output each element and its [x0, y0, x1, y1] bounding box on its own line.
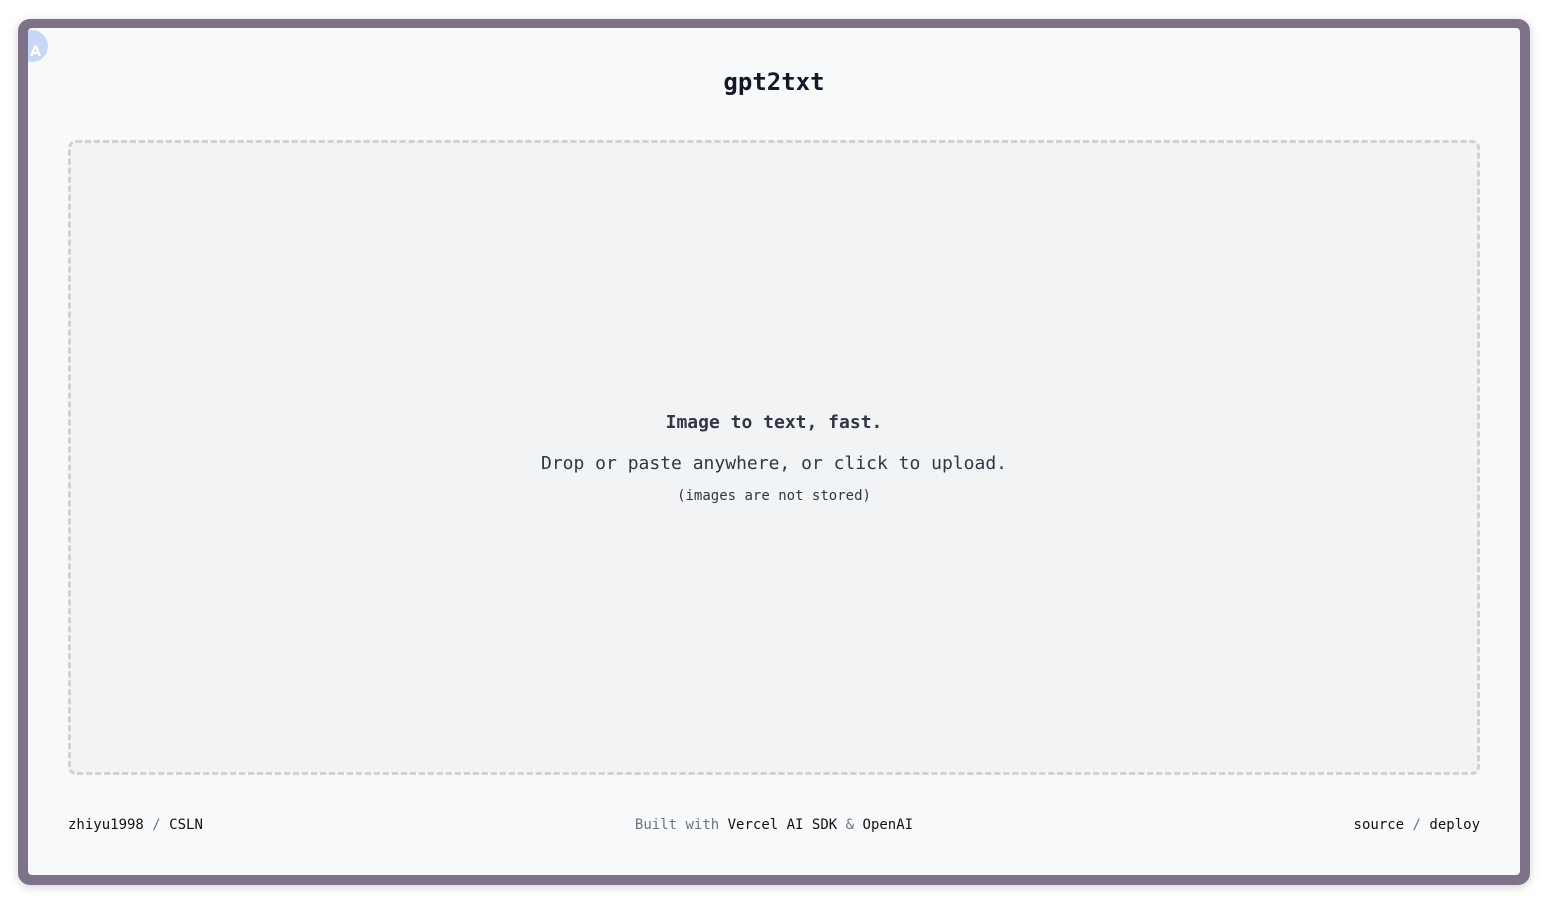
footer: zhiyu1998 / CSLN Built with Vercel AI SD…: [68, 817, 1480, 837]
browser-window-frame: A gpt2txt Image to text, fast. Drop or p…: [18, 19, 1530, 885]
upload-dropzone[interactable]: Image to text, fast. Drop or paste anywh…: [68, 140, 1480, 775]
source-link[interactable]: source: [1354, 817, 1405, 833]
footer-separator-right: /: [1412, 817, 1421, 833]
page: A gpt2txt Image to text, fast. Drop or p…: [28, 28, 1520, 875]
avatar[interactable]: A: [28, 30, 48, 62]
footer-links: source / deploy: [1354, 817, 1480, 833]
dropzone-privacy-note: (images are not stored): [677, 487, 871, 504]
footer-built-with: Built with Vercel AI SDK & OpenAI: [68, 817, 1480, 833]
ampersand: &: [845, 817, 855, 833]
avatar-letter: A: [30, 44, 41, 60]
vercel-ai-sdk-link[interactable]: Vercel AI SDK: [728, 817, 838, 833]
built-with-label: Built with: [634, 817, 720, 833]
dropzone-instruction: Drop or paste anywhere, or click to uplo…: [541, 452, 1007, 474]
openai-link[interactable]: OpenAI: [863, 817, 914, 833]
page-title: gpt2txt: [723, 68, 825, 96]
deploy-link[interactable]: deploy: [1429, 817, 1480, 833]
dropzone-heading: Image to text, fast.: [665, 411, 883, 433]
